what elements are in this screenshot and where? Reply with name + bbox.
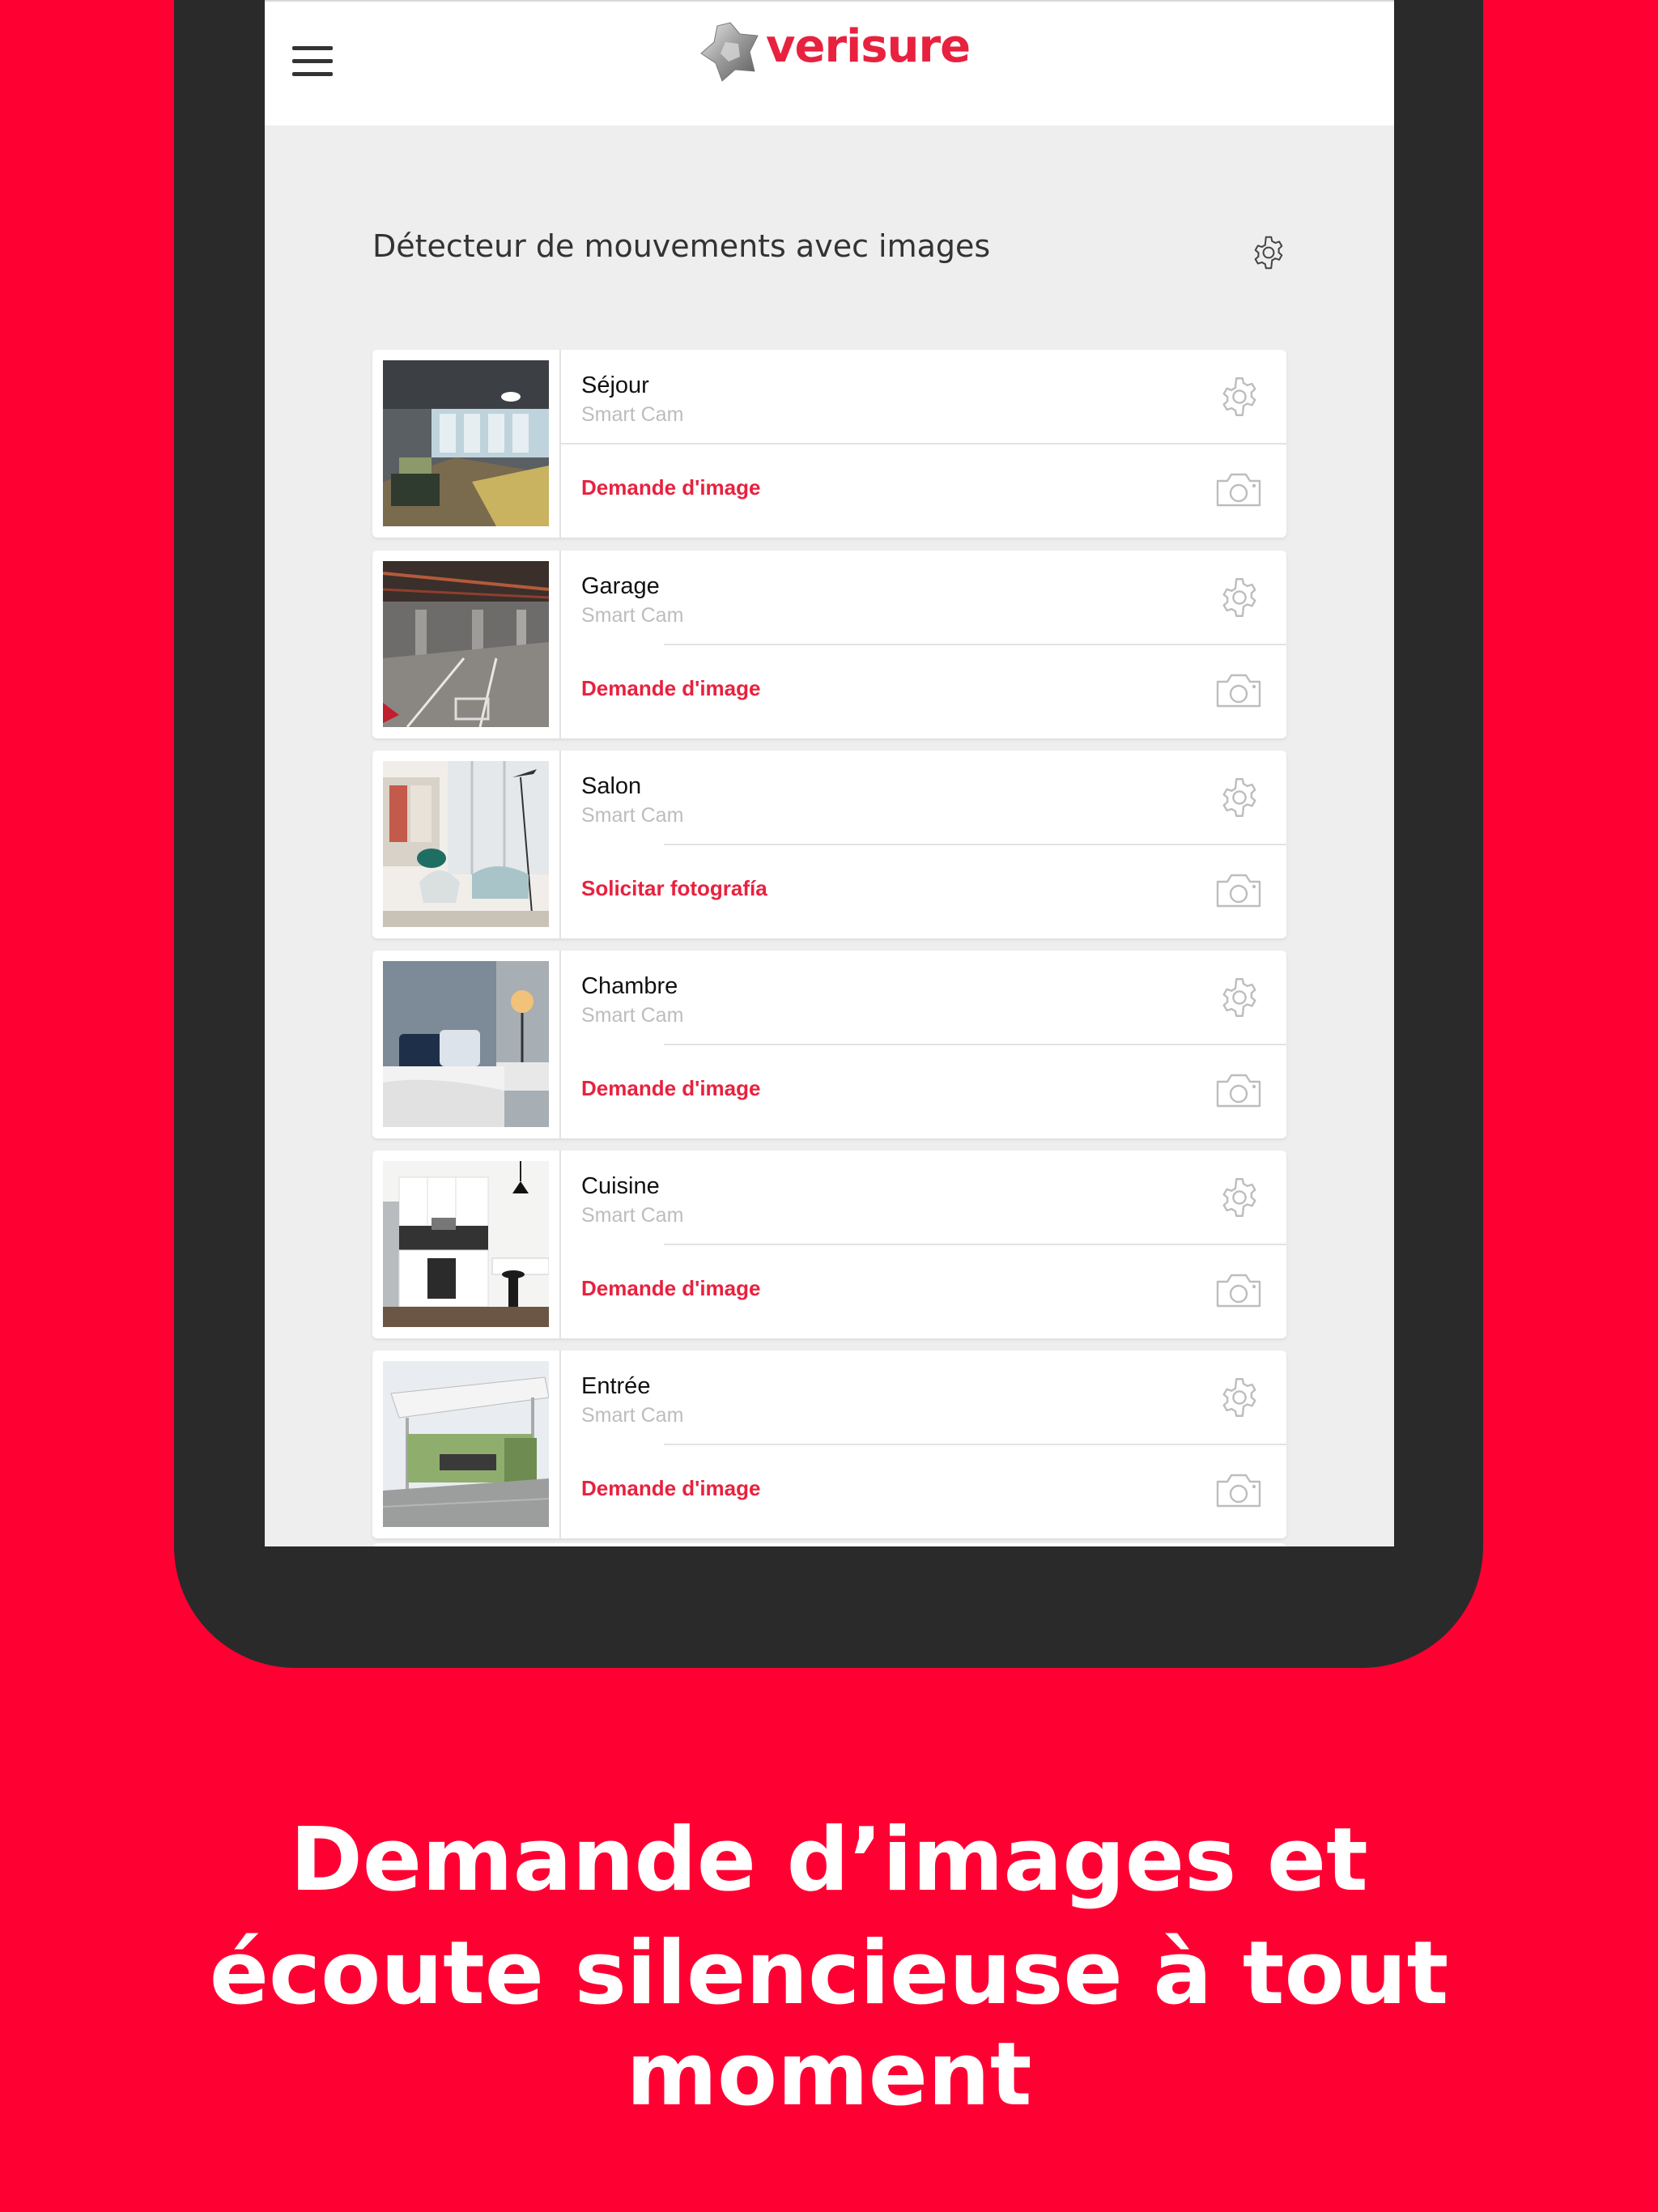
device-name: Entrée <box>581 1373 651 1399</box>
marketing-caption-line2: écoute silencieuse à tout moment <box>209 1923 1449 2125</box>
card-divider <box>664 844 1286 845</box>
verisure-logo-icon <box>700 22 759 82</box>
card-divider-vertical <box>559 1351 561 1538</box>
hamburger-menu-icon[interactable] <box>292 46 333 77</box>
logo-wordmark: verisure <box>766 19 971 73</box>
device-name: Salon <box>581 773 642 799</box>
camera-icon[interactable] <box>1214 1272 1263 1309</box>
camera-thumbnail[interactable] <box>383 1161 549 1327</box>
camera-icon[interactable] <box>1214 1472 1263 1509</box>
camera-thumbnail[interactable] <box>383 360 549 526</box>
card-divider <box>664 1444 1286 1445</box>
card-divider <box>664 1044 1286 1045</box>
request-image-button[interactable]: Demande d'image <box>581 1476 760 1501</box>
request-image-button[interactable]: Solicitar fotografía <box>581 876 767 901</box>
card-divider <box>664 644 1286 645</box>
device-name: Garage <box>581 573 660 599</box>
device-card: Entrée Smart Cam Demande d'image <box>372 1351 1286 1538</box>
request-image-button[interactable]: Demande d'image <box>581 676 760 701</box>
device-type: Smart Cam <box>581 1204 684 1227</box>
device-name: Chambre <box>581 973 678 999</box>
device-card: Chambre Smart Cam Demande d'image <box>372 951 1286 1138</box>
device-card: Garage Smart Cam Demande d'image <box>372 551 1286 738</box>
camera-thumbnail[interactable] <box>383 961 549 1127</box>
camera-thumbnail[interactable] <box>383 1361 549 1527</box>
device-card: Salon Smart Cam Solicitar fotografía <box>372 751 1286 938</box>
camera-icon[interactable] <box>1214 1072 1263 1109</box>
device-type: Smart Cam <box>581 403 684 426</box>
device-type: Smart Cam <box>581 804 684 827</box>
app-header: verisure <box>265 0 1394 125</box>
request-image-button[interactable]: Demande d'image <box>581 1076 760 1101</box>
card-divider <box>664 1244 1286 1245</box>
device-type: Smart Cam <box>581 1004 684 1027</box>
request-image-button[interactable]: Demande d'image <box>581 475 760 500</box>
card-divider <box>561 443 1286 445</box>
verisure-logo: verisure <box>698 19 971 84</box>
card-divider-vertical <box>559 1151 561 1338</box>
device-type: Smart Cam <box>581 1404 684 1427</box>
camera-icon[interactable] <box>1214 672 1263 709</box>
card-divider-vertical <box>559 751 561 938</box>
device-name: Cuisine <box>581 1173 660 1199</box>
device-name: Séjour <box>581 372 649 398</box>
device-gear-icon[interactable] <box>1218 576 1261 619</box>
device-gear-icon[interactable] <box>1218 776 1261 819</box>
camera-icon[interactable] <box>1214 471 1263 508</box>
card-divider-vertical <box>559 951 561 1138</box>
camera-icon[interactable] <box>1214 872 1263 909</box>
device-gear-icon[interactable] <box>1218 376 1261 418</box>
camera-thumbnail[interactable] <box>383 761 549 927</box>
device-gear-icon[interactable] <box>1218 976 1261 1019</box>
device-card: Cuisine Smart Cam Demande d'image <box>372 1151 1286 1338</box>
device-gear-icon[interactable] <box>1218 1176 1261 1219</box>
app-screen: verisure Détecteur de mouvements avec im… <box>265 0 1394 1546</box>
request-image-button[interactable]: Demande d'image <box>581 1276 760 1301</box>
device-card: Séjour Smart Cam Demande d'image <box>372 350 1286 538</box>
device-gear-icon[interactable] <box>1218 1376 1261 1419</box>
device-card-partial <box>372 1543 1286 1546</box>
camera-thumbnail[interactable] <box>383 561 549 727</box>
device-type: Smart Cam <box>581 604 684 627</box>
marketing-caption-line1: Demande d’images et <box>290 1810 1368 1911</box>
card-divider-vertical <box>559 551 561 738</box>
section-title: Détecteur de mouvements avec images <box>372 228 991 264</box>
section-gear-icon[interactable] <box>1251 235 1286 270</box>
